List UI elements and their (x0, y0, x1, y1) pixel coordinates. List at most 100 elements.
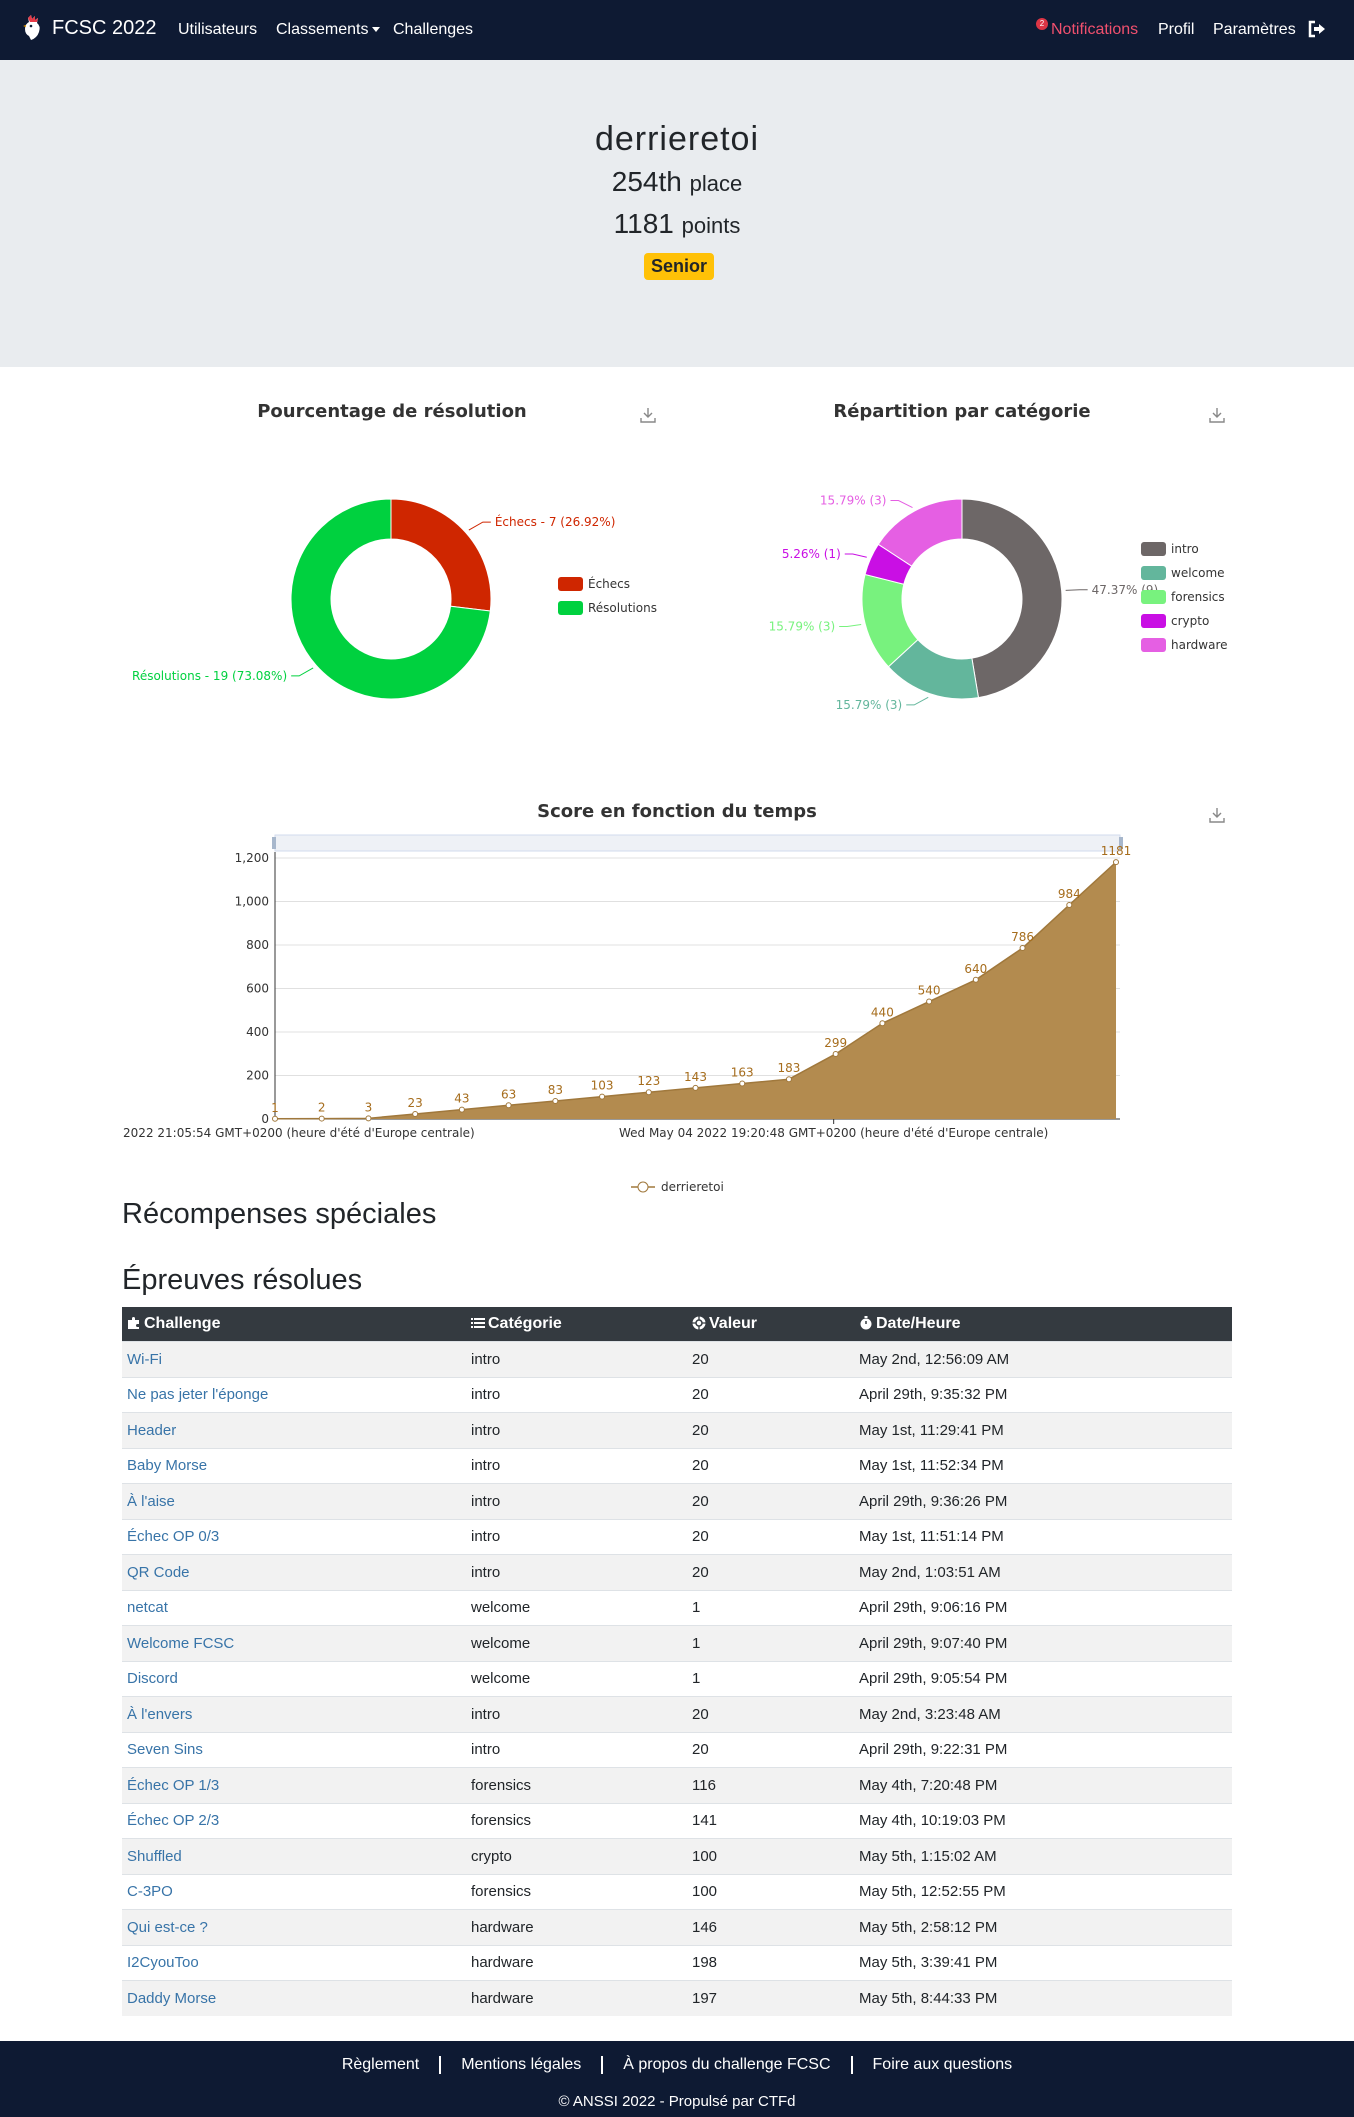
data-label: 440 (871, 1005, 894, 1019)
data-label: 786 (1011, 930, 1034, 944)
cell-date: May 5th, 12:52:55 PM (854, 1873, 1232, 1910)
cell-value: 20 (687, 1554, 854, 1590)
cell-category: intro (466, 1696, 687, 1732)
challenge-link[interactable]: I2CyouToo (127, 1954, 199, 1971)
challenge-link[interactable]: Seven Sins (127, 1741, 203, 1758)
cell-date: April 29th, 9:06:16 PM (854, 1589, 1232, 1626)
legend-label-Échecs: Échecs (588, 576, 630, 591)
nav-scoreboard-dropdown[interactable]: Classements (276, 21, 381, 39)
download-icon[interactable] (639, 406, 657, 424)
stopwatch-icon (860, 1316, 872, 1330)
data-point (972, 976, 979, 983)
nav-notifications[interactable]: Notifications (1051, 21, 1138, 39)
table-row: Ne pas jeter l'éponge intro 20 April 29th, … (122, 1376, 1232, 1413)
challenge-link[interactable]: À l'envers (127, 1706, 192, 1723)
data-point (412, 1110, 419, 1117)
col-challenge: Challenge (122, 1307, 466, 1342)
cell-value: 20 (687, 1731, 854, 1768)
place-value: 254th (611, 166, 682, 197)
cell-category: intro (466, 1483, 687, 1519)
cell-date: May 5th, 8:44:33 PM (854, 1980, 1232, 2016)
legend-label-forensics: forensics (1171, 590, 1225, 604)
footer-link-rules[interactable]: Règlement (322, 2056, 439, 2074)
cell-category: intro (466, 1554, 687, 1590)
cell-value: 141 (687, 1802, 854, 1839)
challenge-link[interactable]: Échec OP 2/3 (127, 1812, 219, 1829)
challenge-link[interactable]: QR Code (127, 1564, 190, 1581)
cell-category: welcome (466, 1625, 687, 1661)
list-icon (471, 1318, 485, 1328)
challenge-link[interactable]: C-3PO (127, 1883, 173, 1900)
data-label: 540 (918, 984, 941, 998)
challenge-link[interactable]: Discord (127, 1670, 178, 1687)
data-label: 83 (548, 1083, 563, 1097)
data-point (645, 1089, 652, 1096)
challenge-link[interactable]: Ne pas jeter l'éponge (127, 1386, 268, 1403)
slice-label-leader (1065, 589, 1088, 591)
cell-value: 198 (687, 1944, 854, 1981)
rooster-logo-icon (23, 15, 40, 40)
cell-value: 20 (687, 1518, 854, 1555)
challenge-link[interactable]: Wi-Fi (127, 1351, 162, 1368)
pie-slice-intro (961, 498, 1063, 699)
nav-users[interactable]: Utilisateurs (178, 21, 257, 39)
cell-challenge: QR Code (122, 1554, 466, 1590)
cell-category: forensics (466, 1767, 687, 1803)
cell-category: forensics (466, 1873, 687, 1910)
copyright: © ANSSI 2022 - Propulsé par CTFd (558, 2093, 796, 2110)
y-tick-label: 400 (246, 1025, 269, 1039)
cell-date: April 29th, 9:07:40 PM (854, 1625, 1232, 1661)
footer-link-faq[interactable]: Foire aux questions (850, 2056, 1033, 2074)
challenge-link[interactable]: Shuffled (127, 1848, 182, 1865)
logout-icon[interactable] (1308, 20, 1326, 38)
footer-link-legal[interactable]: Mentions légales (439, 2056, 601, 2074)
download-icon[interactable] (1208, 806, 1226, 824)
challenge-link[interactable]: Baby Morse (127, 1457, 207, 1474)
footer-link-about[interactable]: À propos du challenge FCSC (601, 2056, 850, 2074)
challenge-link[interactable]: Qui est-ce ? (127, 1919, 208, 1936)
col-challenge-label: Challenge (144, 1315, 221, 1332)
cell-value: 1 (687, 1625, 854, 1661)
data-label: 3 (365, 1100, 373, 1114)
data-label: 640 (964, 962, 987, 976)
challenge-link[interactable]: Daddy Morse (127, 1990, 216, 2007)
challenge-link[interactable]: À l'aise (127, 1493, 175, 1510)
nav-profile[interactable]: Profil (1158, 21, 1194, 39)
table-row: I2CyouToo hardware 198 May 5th, 3:39:41 PM (122, 1944, 1232, 1981)
challenge-link[interactable]: Header (127, 1422, 176, 1439)
challenge-link[interactable]: Échec OP 0/3 (127, 1528, 219, 1545)
cell-value: 1 (687, 1660, 854, 1697)
brand-link[interactable]: FCSC 2022 (22, 14, 157, 42)
category-breakdown-chart: 47.37% (9)15.79% (3)15.79% (3)5.26% (1)1… (769, 493, 1228, 711)
table-row: Header intro 20 May 1st, 11:29:41 PM (122, 1412, 1232, 1448)
download-icon[interactable] (1208, 406, 1226, 424)
cell-challenge: Échec OP 2/3 (122, 1802, 466, 1839)
cell-category: intro (466, 1341, 687, 1377)
score-chart-title: Score en fonction du temps (537, 801, 817, 822)
challenge-link[interactable]: Welcome FCSC (127, 1635, 234, 1652)
data-point (365, 1115, 372, 1122)
table-row: Échec OP 2/3 forensics 141 May 4th, 10:19:0… (122, 1802, 1232, 1839)
cell-date: May 4th, 10:19:03 PM (854, 1802, 1232, 1839)
cell-challenge: Welcome FCSC (122, 1625, 466, 1661)
cell-category: welcome (466, 1589, 687, 1626)
solves-heading: Épreuves résolues (122, 1264, 363, 1296)
nav-challenges[interactable]: Challenges (393, 21, 473, 39)
challenge-link[interactable]: netcat (127, 1599, 168, 1616)
nav-settings[interactable]: Paramètres (1213, 21, 1296, 39)
brand-name: FCSC 2022 (52, 16, 157, 39)
cell-date: May 5th, 1:15:02 AM (854, 1838, 1232, 1874)
cell-category: crypto (466, 1838, 687, 1874)
data-label: 2 (318, 1101, 326, 1115)
challenge-link[interactable]: Échec OP 1/3 (127, 1777, 219, 1794)
cell-challenge: À l'aise (122, 1483, 466, 1519)
user-name: derrieretoi (594, 120, 760, 158)
slice-label-leader (291, 667, 314, 677)
legend-swatch-hardware (1141, 638, 1166, 652)
cell-date: May 1st, 11:51:14 PM (854, 1518, 1232, 1555)
solves-table-body: Wi-Fi intro 20 May 2nd, 12:56:09 AM Ne pas j… (122, 1341, 1232, 2016)
data-label: 984 (1058, 887, 1081, 901)
data-point (739, 1080, 746, 1087)
cell-date: May 5th, 3:39:41 PM (854, 1944, 1232, 1981)
cell-category: intro (466, 1447, 687, 1484)
